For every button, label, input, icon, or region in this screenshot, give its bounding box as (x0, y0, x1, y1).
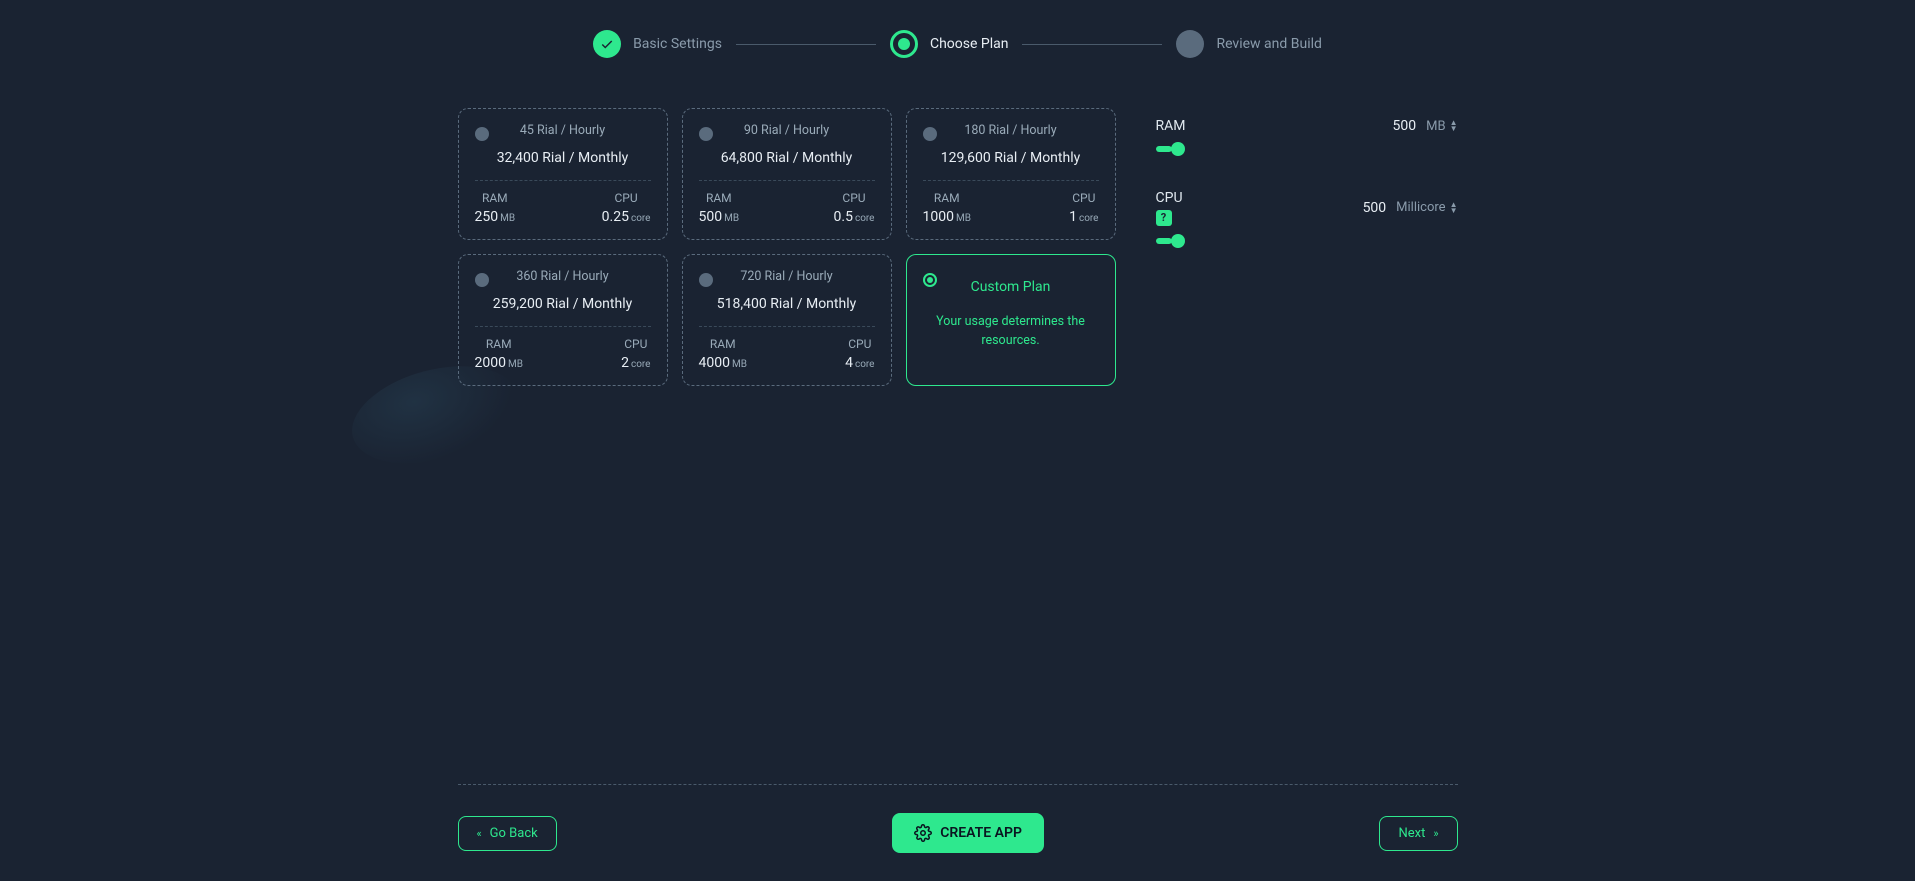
cpu-slider[interactable] (1156, 238, 1184, 244)
cpu-slider-label: CPU (1156, 190, 1183, 206)
cpu-unit: core (631, 213, 651, 224)
ram-slider-value[interactable]: 500 (1376, 118, 1416, 134)
radio-icon (699, 127, 713, 141)
plan-hourly-price: 360 Rial / Hourly (475, 269, 651, 284)
radio-icon (475, 273, 489, 287)
next-label: Next (1398, 826, 1425, 841)
check-icon (593, 30, 621, 58)
ram-label: RAM (699, 337, 747, 351)
plan-hourly-price: 90 Rial / Hourly (699, 123, 875, 138)
cpu-label: CPU (834, 191, 875, 205)
ram-unit: MB (956, 213, 971, 224)
bottom-action-bar: « Go Back CREATE APP Next » (458, 813, 1458, 853)
step-basic-settings[interactable]: Basic Settings (593, 30, 722, 58)
plan-monthly-price: 129,600 Rial / Monthly (923, 150, 1099, 166)
ram-unit: MB (500, 213, 515, 224)
cpu-value: 0.25 (602, 209, 629, 225)
chevron-right-icon: » (1433, 827, 1438, 840)
radio-icon (475, 127, 489, 141)
slider-thumb-icon[interactable] (1171, 142, 1185, 156)
cpu-value: 4 (845, 355, 853, 371)
ram-value: 250 (475, 209, 499, 225)
ram-label: RAM (475, 191, 516, 205)
bottom-divider (458, 784, 1458, 785)
wizard-stepper: Basic Settings Choose Plan Review and Bu… (458, 30, 1458, 58)
plan-card-5[interactable]: 720 Rial / Hourly 518,400 Rial / Monthly… (682, 254, 892, 386)
cpu-slider-block: CPU ? 500 Millicore ▲▼ (1156, 190, 1458, 244)
step-label: Choose Plan (930, 36, 1009, 52)
custom-plan-title: Custom Plan (923, 279, 1099, 295)
cpu-value: 0.5 (834, 209, 853, 225)
create-app-button[interactable]: CREATE APP (892, 813, 1044, 853)
step-label: Basic Settings (633, 36, 722, 52)
cpu-slider-unit: Millicore (1396, 200, 1445, 215)
plan-hourly-price: 45 Rial / Hourly (475, 123, 651, 138)
help-icon[interactable]: ? (1156, 210, 1172, 226)
go-back-label: Go Back (490, 826, 538, 841)
step-divider (736, 44, 876, 45)
plan-hourly-price: 180 Rial / Hourly (923, 123, 1099, 138)
cpu-label: CPU (602, 191, 651, 205)
cpu-label: CPU (1069, 191, 1098, 205)
create-app-label: CREATE APP (940, 825, 1022, 841)
ram-slider-block: RAM 500 MB ▲▼ (1156, 118, 1458, 152)
cpu-value: 2 (621, 355, 629, 371)
slider-fill (1156, 238, 1173, 244)
plan-monthly-price: 259,200 Rial / Monthly (475, 296, 651, 312)
plan-hourly-price: 720 Rial / Hourly (699, 269, 875, 284)
ram-unit: MB (724, 213, 739, 224)
slider-fill (1156, 146, 1173, 152)
ram-unit: MB (732, 359, 747, 370)
chevron-left-icon: « (477, 827, 482, 840)
plan-card-3[interactable]: 180 Rial / Hourly 129,600 Rial / Monthly… (906, 108, 1116, 240)
cpu-slider-value[interactable]: 500 (1346, 200, 1386, 216)
cpu-unit: core (1079, 213, 1099, 224)
ram-label: RAM (475, 337, 523, 351)
plan-card-1[interactable]: 45 Rial / Hourly 32,400 Rial / Monthly R… (458, 108, 668, 240)
ram-slider-unit: MB (1426, 119, 1445, 134)
ram-value: 500 (699, 209, 723, 225)
slider-thumb-icon[interactable] (1171, 234, 1185, 248)
ram-value: 4000 (699, 355, 730, 371)
radio-icon (699, 273, 713, 287)
stepper-arrows-icon[interactable]: ▲▼ (1450, 120, 1458, 132)
ram-slider-label: RAM (1156, 118, 1186, 134)
plan-monthly-price: 518,400 Rial / Monthly (699, 296, 875, 312)
step-label: Review and Build (1216, 36, 1321, 52)
cpu-unit: core (855, 359, 875, 370)
plan-monthly-price: 64,800 Rial / Monthly (699, 150, 875, 166)
radio-icon (923, 127, 937, 141)
plan-card-2[interactable]: 90 Rial / Hourly 64,800 Rial / Monthly R… (682, 108, 892, 240)
cpu-unit: core (855, 213, 875, 224)
step-review-build[interactable]: Review and Build (1176, 30, 1321, 58)
ram-value: 2000 (475, 355, 506, 371)
plan-monthly-price: 32,400 Rial / Monthly (475, 150, 651, 166)
ram-label: RAM (923, 191, 971, 205)
plan-card-4[interactable]: 360 Rial / Hourly 259,200 Rial / Monthly… (458, 254, 668, 386)
pending-step-icon (1176, 30, 1204, 58)
ram-unit: MB (508, 359, 523, 370)
ram-slider[interactable] (1156, 146, 1184, 152)
ram-value: 1000 (923, 209, 954, 225)
cpu-unit: core (631, 359, 651, 370)
step-choose-plan[interactable]: Choose Plan (890, 30, 1009, 58)
next-button[interactable]: Next » (1379, 816, 1457, 851)
ram-label: RAM (699, 191, 740, 205)
cpu-label: CPU (621, 337, 650, 351)
custom-plan-description: Your usage determines the resources. (923, 313, 1099, 351)
step-divider (1022, 44, 1162, 45)
gear-icon (914, 824, 932, 842)
active-step-icon (890, 30, 918, 58)
cpu-value: 1 (1069, 209, 1077, 225)
radio-icon (923, 273, 937, 287)
plans-grid: 45 Rial / Hourly 32,400 Rial / Monthly R… (458, 108, 1116, 386)
cpu-label: CPU (845, 337, 874, 351)
stepper-arrows-icon[interactable]: ▲▼ (1450, 202, 1458, 214)
go-back-button[interactable]: « Go Back (458, 816, 557, 851)
resource-sliders: RAM 500 MB ▲▼ (1156, 108, 1458, 244)
plan-card-custom[interactable]: Custom Plan Your usage determines the re… (906, 254, 1116, 386)
